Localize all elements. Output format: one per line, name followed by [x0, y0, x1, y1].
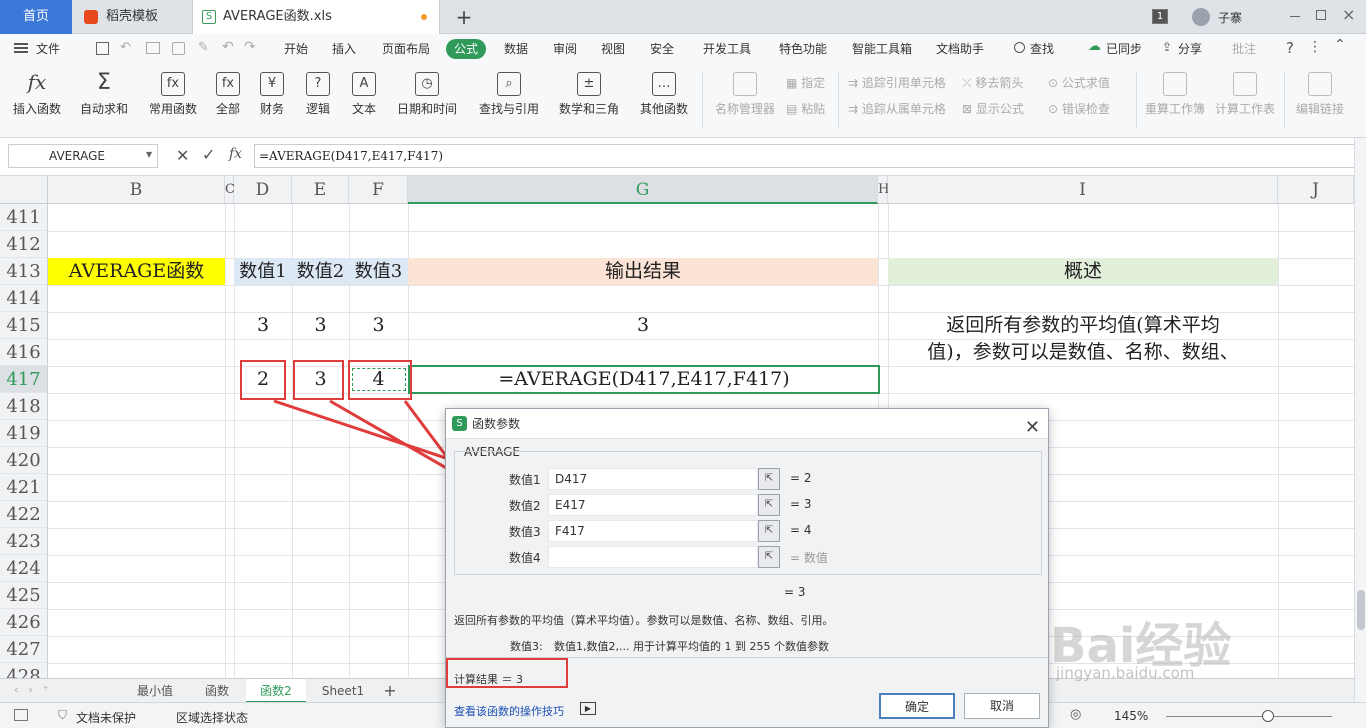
- sheet-nav-arrows-icon[interactable]: ‹›⁺: [14, 683, 59, 696]
- dialog-title: 函数参数: [472, 417, 521, 431]
- dialog-title-bar: S 函数参数 ✕: [446, 409, 1048, 439]
- eye-protect-icon[interactable]: ◎: [1070, 707, 1081, 722]
- highlight-box-calc-result: [446, 658, 568, 688]
- function-description: 返回所有参数的平均值（算术平均值）。参数可以是数值、名称、数组、引用。: [454, 614, 834, 627]
- arg-help-text: 数值1,数值2,... 用于计算平均值的 1 到 255 个数值参数: [554, 640, 829, 653]
- range-select-icon[interactable]: ⇱: [758, 494, 780, 516]
- arg-input-3[interactable]: F417: [548, 520, 758, 542]
- arg-result-4: = 数值: [790, 551, 828, 565]
- arg-label-2: 数值2: [509, 499, 541, 513]
- arg-input-4[interactable]: [548, 546, 758, 568]
- arg-label-3: 数值3: [509, 525, 541, 539]
- arg-input-2[interactable]: E417: [548, 494, 758, 516]
- add-sheet-button[interactable]: +: [378, 679, 402, 703]
- range-select-icon[interactable]: ⇱: [758, 520, 780, 542]
- arg-result-3: = 4: [790, 523, 812, 537]
- zoom-slider-handle[interactable]: [1262, 710, 1274, 722]
- sheet-tab-min[interactable]: 最小值: [120, 679, 190, 703]
- zoom-slider[interactable]: [1166, 716, 1332, 717]
- arg-label-1: 数值1: [509, 473, 541, 487]
- total-result: = 3: [784, 585, 806, 599]
- selection-mode-status: 区域选择状态: [176, 711, 249, 725]
- range-select-icon[interactable]: ⇱: [758, 546, 780, 568]
- doc-icon[interactable]: [14, 709, 28, 721]
- sheet-tab-sheet1[interactable]: Sheet1: [310, 679, 376, 703]
- zoom-level[interactable]: 145%: [1114, 709, 1148, 723]
- argument-row-2: 数值2 E417 ⇱ = 3: [455, 494, 1043, 516]
- cancel-button[interactable]: 取消: [964, 693, 1040, 719]
- arguments-group: 数值1 D417 ⇱ = 2 数值2 E417 ⇱ = 3 数值3 F417 ⇱…: [454, 451, 1042, 575]
- scrollbar-thumb[interactable]: [1357, 590, 1365, 630]
- range-select-icon[interactable]: ⇱: [758, 468, 780, 490]
- wps-logo-icon: S: [452, 416, 467, 431]
- argument-row-4: 数值4 ⇱ = 数值: [455, 546, 1043, 568]
- arg-result-1: = 2: [790, 471, 812, 485]
- sheet-tab-function[interactable]: 函数: [190, 679, 244, 703]
- arg-help-label: 数值3:: [510, 640, 543, 653]
- ok-button[interactable]: 确定: [879, 693, 955, 719]
- arg-input-1[interactable]: D417: [548, 468, 758, 490]
- watermark-url: jingyan.baidu.com: [1056, 664, 1195, 682]
- help-link[interactable]: 查看该函数的操作技巧: [454, 703, 564, 719]
- arg-result-2: = 3: [790, 497, 812, 511]
- sheet-tab-function2[interactable]: 函数2: [246, 679, 306, 703]
- doc-protect-status[interactable]: 文档未保护: [76, 709, 136, 726]
- function-arguments-dialog: S 函数参数 ✕ AVERAGE 数值1 D417 ⇱ = 2 数值2 E417…: [445, 408, 1049, 728]
- close-icon[interactable]: ✕: [1025, 413, 1040, 443]
- video-icon[interactable]: ▶: [580, 702, 596, 715]
- argument-row-1: 数值1 D417 ⇱ = 2: [455, 468, 1043, 490]
- argument-row-3: 数值3 F417 ⇱ = 4: [455, 520, 1043, 542]
- shield-icon: ⛉: [58, 708, 68, 722]
- arg-label-4: 数值4: [509, 551, 541, 565]
- vertical-scrollbar[interactable]: [1354, 138, 1366, 702]
